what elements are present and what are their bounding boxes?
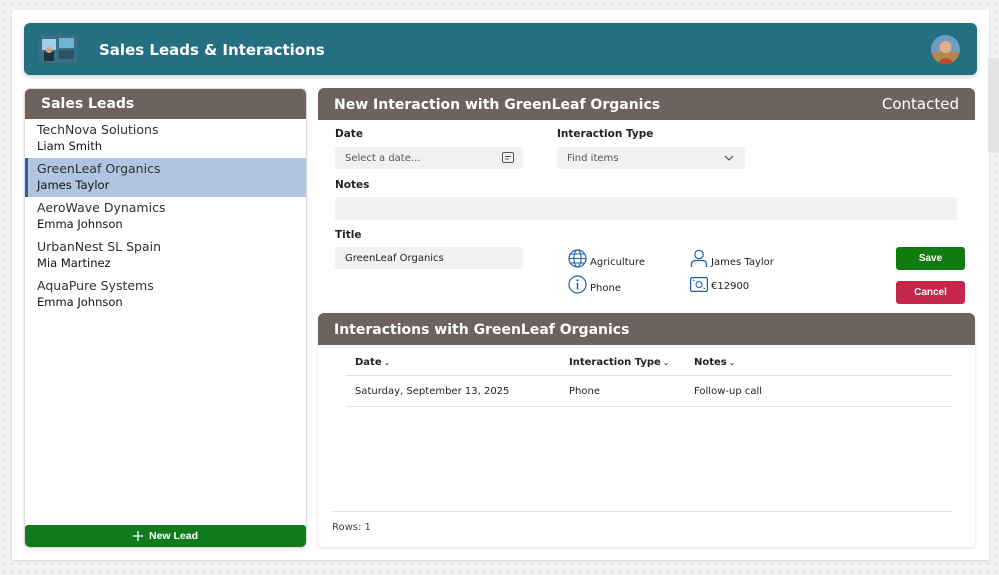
column-label: Interaction Type [569,357,661,368]
analytics-photo-logo [39,35,77,63]
value-info: €12900 [690,277,749,292]
date-picker[interactable]: Select a date... [335,147,523,169]
interactions-title: Interactions with GreenLeaf Organics [334,322,630,338]
table-row[interactable]: Saturday, September 13, 2025 Phone Follo… [346,376,952,407]
contact-value: James Taylor [711,257,774,268]
lead-item-selected[interactable]: GreenLeaf Organics James Taylor [25,158,306,197]
new-interaction-panel: New Interaction with GreenLeaf Organics … [318,88,975,311]
notes-input[interactable] [335,197,957,220]
chevron-down-icon [724,155,734,161]
industry-value: Agriculture [590,257,645,268]
calendar-icon [502,152,514,163]
interaction-type-combobox[interactable]: Find items [557,147,745,169]
lead-contact: Mia Martinez [37,256,111,270]
sort-chevron-icon: ⌄ [383,358,391,367]
info-icon [568,275,587,294]
column-label: Notes [694,357,727,368]
lead-contact: Emma Johnson [37,295,123,309]
column-header-interaction-type[interactable]: Interaction Type ⌄ [569,357,670,368]
lead-company: AquaPure Systems [37,278,154,293]
new-lead-label: New Lead [148,530,198,542]
column-label: Date [355,357,382,368]
lead-contact: Emma Johnson [37,217,123,231]
lead-contact: Liam Smith [37,139,103,153]
sales-leads-header: Sales Leads [25,89,306,119]
lead-company: GreenLeaf Organics [37,161,161,176]
user-avatar[interactable] [931,35,960,64]
new-lead-button[interactable]: New Lead [25,525,306,547]
cell-notes: Follow-up call [694,386,763,397]
column-header-date[interactable]: Date ⌄ [355,357,390,368]
lead-item[interactable]: AquaPure Systems Emma Johnson [25,275,306,314]
page-scrollbar[interactable] [988,58,999,153]
notes-label: Notes [335,179,370,191]
sales-leads-panel: Sales Leads TechNova Solutions Liam Smit… [24,88,307,548]
globe-icon [568,249,587,268]
lead-company: UrbanNest SL Spain [37,239,162,254]
save-button[interactable]: Save [896,247,965,270]
sales-leads-title: Sales Leads [41,96,135,112]
column-header-notes[interactable]: Notes ⌄ [694,357,735,368]
grid-header-row: Date ⌄ Interaction Type ⌄ Notes ⌄ [346,353,952,376]
new-interaction-title: New Interaction with GreenLeaf Organics [334,97,661,113]
title-input[interactable]: GreenLeaf Organics [335,247,523,269]
interactions-panel: Interactions with GreenLeaf Organics Dat… [318,313,975,547]
lead-item[interactable]: TechNova Solutions Liam Smith [25,119,306,158]
cell-date: Saturday, September 13, 2025 [355,386,510,397]
plus-icon [132,531,143,541]
interaction-type-placeholder: Find items [567,153,619,164]
industry-info: Agriculture [568,249,645,268]
lead-list: TechNova Solutions Liam Smith GreenLeaf … [25,119,306,314]
contact-info: James Taylor [690,249,774,268]
channel-info: Phone [568,275,621,294]
person-icon [690,249,708,267]
interactions-header: Interactions with GreenLeaf Organics [318,313,975,345]
user-avatar-photo [931,35,960,64]
date-label: Date [335,128,363,140]
lead-status: Contacted [881,95,959,113]
cancel-button[interactable]: Cancel [896,281,965,304]
date-placeholder: Select a date... [345,153,421,164]
sort-chevron-icon: ⌄ [728,358,736,367]
lead-item[interactable]: AeroWave Dynamics Emma Johnson [25,197,306,236]
channel-value: Phone [590,283,621,294]
money-icon [690,277,708,292]
interaction-type-label: Interaction Type [557,128,654,140]
cell-type: Phone [569,386,600,397]
app-title: Sales Leads & Interactions [99,41,325,59]
deal-value: €12900 [711,281,750,292]
lead-company: AeroWave Dynamics [37,200,166,215]
lead-item[interactable]: UrbanNest SL Spain Mia Martinez [25,236,306,275]
title-label: Title [335,229,362,241]
grid-footer: Rows: 1 [332,511,952,533]
new-interaction-header: New Interaction with GreenLeaf Organics … [318,88,975,120]
sort-chevron-icon: ⌄ [662,358,670,367]
lead-company: TechNova Solutions [37,122,159,137]
app-header: Sales Leads & Interactions [24,23,977,75]
lead-contact: James Taylor [37,178,110,192]
